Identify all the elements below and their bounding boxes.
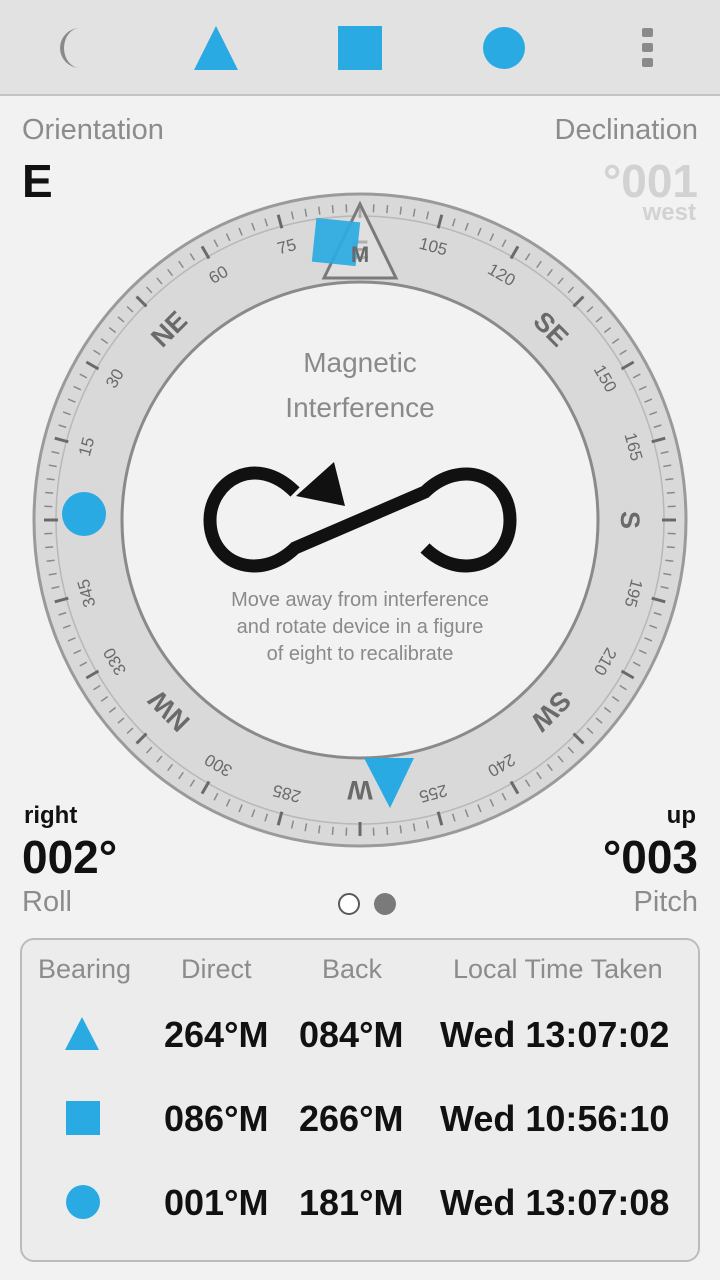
row2-back: 266°M	[299, 1098, 404, 1139]
row3-direct: 001°M	[164, 1182, 269, 1223]
interference-message-line3: of eight to recalibrate	[267, 643, 454, 665]
row3-time: Wed 13:07:08	[440, 1182, 670, 1223]
compass-tick	[331, 826, 334, 835]
roll-direction: right	[24, 802, 78, 829]
page-indicator-1[interactable]	[338, 893, 360, 915]
compass-tick	[665, 478, 674, 481]
roll-label: Roll	[22, 886, 72, 918]
night-mode-icon[interactable]	[50, 24, 98, 72]
row2-direct: 086°M	[164, 1098, 269, 1139]
roll-value: 002°	[22, 831, 118, 883]
compass-tick	[666, 546, 675, 549]
compass-dial[interactable]: NE E SE S SW W NW 1530607510512015016519…	[30, 190, 690, 850]
compass-tick	[665, 559, 674, 562]
row2-time: Wed 10:56:10	[440, 1098, 670, 1139]
compass-tick	[399, 825, 402, 834]
compass-tick	[318, 206, 321, 215]
compass-tick	[45, 491, 54, 494]
circle-marker-icon	[66, 1185, 100, 1219]
row1-direct: 264°M	[164, 1014, 269, 1055]
row1-time: Wed 13:07:02	[440, 1014, 670, 1055]
circle-bearing-marker	[62, 492, 106, 536]
pitch-label: Pitch	[633, 886, 698, 918]
interference-message-line2: and rotate device in a figure	[237, 616, 484, 638]
orientation-label: Orientation	[22, 114, 164, 146]
overflow-menu-icon[interactable]	[636, 24, 660, 72]
compass-tick	[318, 825, 321, 834]
header-bearing: Bearing	[38, 954, 132, 984]
triangle-marker-icon[interactable]	[192, 24, 240, 72]
cardinal-label-w: W	[347, 775, 373, 805]
compass-tick	[45, 546, 54, 549]
interference-title-line2: Interference	[285, 392, 434, 423]
lubber-label: M	[351, 242, 369, 267]
pitch-value: °003	[602, 831, 698, 883]
declination-label: Declination	[554, 114, 698, 146]
compass-tick	[46, 559, 55, 562]
square-marker-icon[interactable]	[338, 24, 382, 72]
pitch-direction: up	[666, 802, 696, 829]
square-marker-icon	[66, 1101, 100, 1135]
interference-message-line1: Move away from interference	[231, 589, 489, 611]
triangle-marker-icon	[65, 1017, 99, 1050]
circle-marker-icon[interactable]	[482, 24, 526, 72]
compass-tick	[666, 491, 675, 494]
page-indicator-2[interactable]	[374, 893, 396, 915]
compass-tick	[46, 478, 55, 481]
header-direct: Direct	[181, 954, 252, 984]
compass-tick	[331, 205, 334, 214]
cardinal-label-s: S	[615, 511, 645, 529]
compass-tick	[386, 826, 389, 835]
interference-title-line1: Magnetic	[303, 347, 417, 378]
row1-back: 084°M	[299, 1014, 404, 1055]
action-bar	[0, 0, 720, 96]
header-local-time: Local Time Taken	[453, 954, 663, 984]
header-back: Back	[322, 954, 383, 984]
row3-back: 181°M	[299, 1182, 404, 1223]
compass-tick	[399, 206, 402, 215]
compass-tick	[386, 205, 389, 214]
